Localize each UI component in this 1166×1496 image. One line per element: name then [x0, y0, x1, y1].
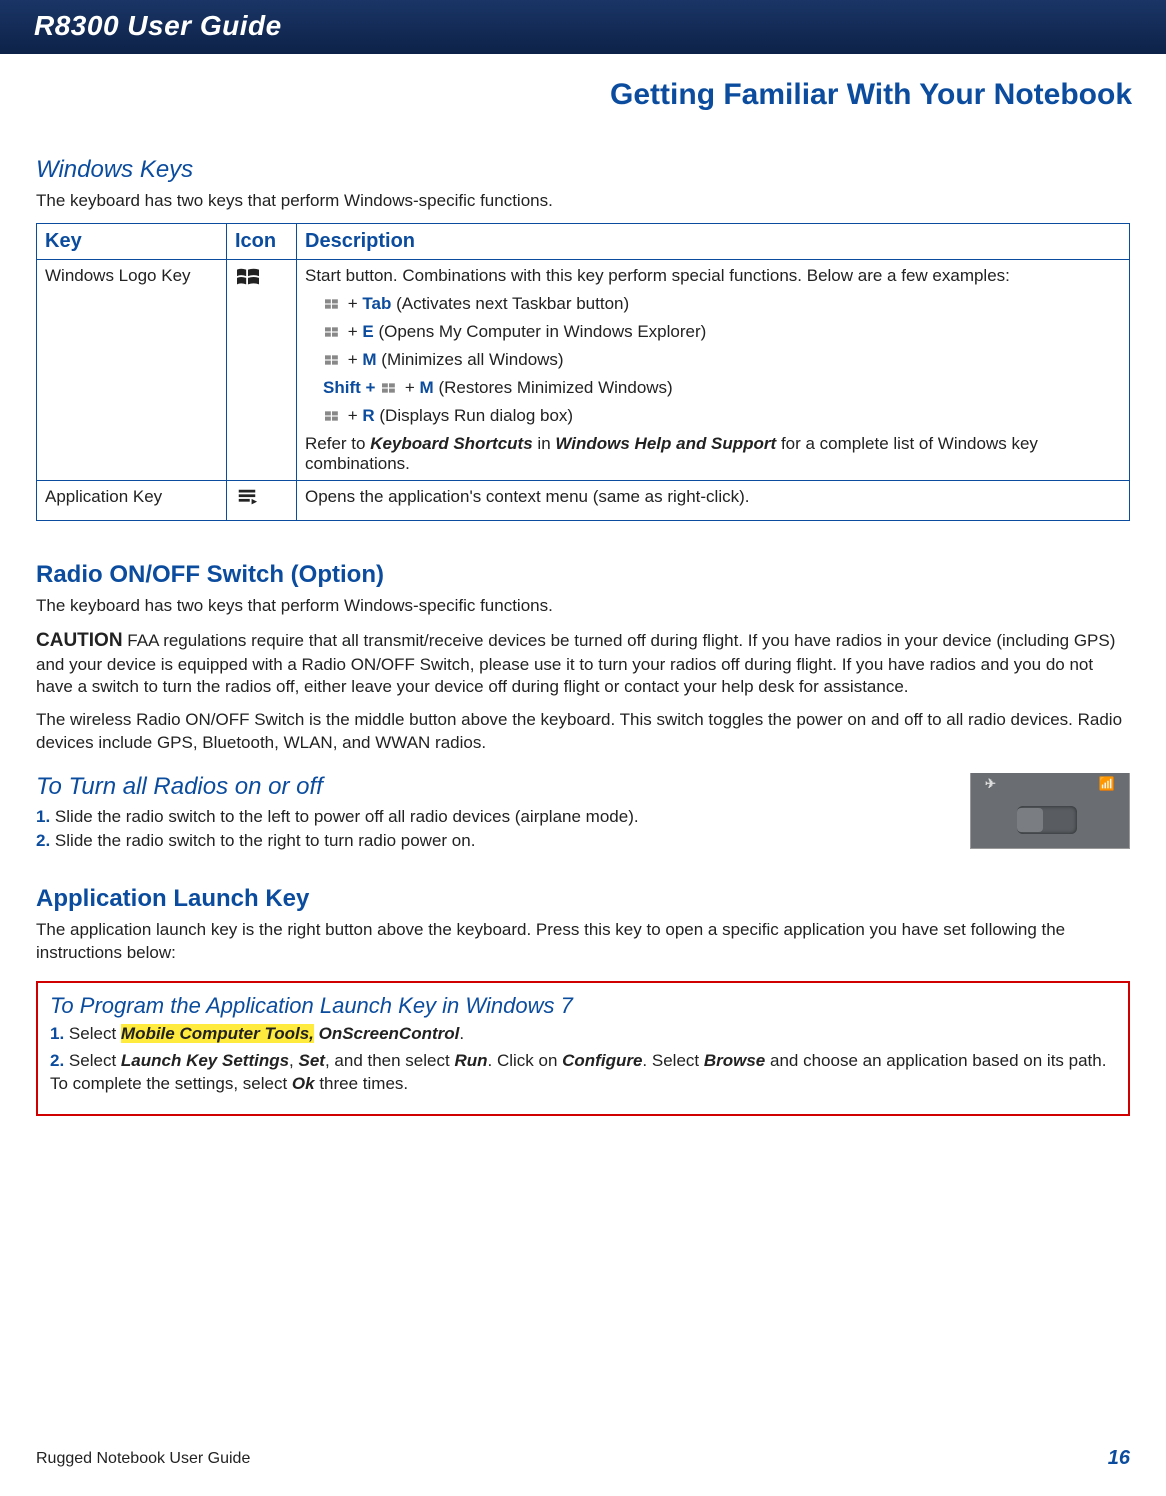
- airplane-icon: ✈: [985, 776, 996, 792]
- th-key: Key: [37, 223, 227, 259]
- box-step-1: 1. Select Mobile Computer Tools, OnScree…: [50, 1023, 1116, 1046]
- radio-para2: The wireless Radio ON/OFF Switch is the …: [36, 709, 1130, 755]
- shortcut-line: + E (Opens My Computer in Windows Explor…: [323, 322, 1121, 342]
- radio-intro: The keyboard has two keys that perform W…: [36, 595, 1130, 618]
- radio-heading: Radio ON/OFF Switch (Option): [36, 561, 1130, 589]
- turn-radios-heading: To Turn all Radios on or off: [36, 773, 1130, 801]
- key-desc-cell: Start button. Combinations with this key…: [297, 259, 1130, 480]
- key-name: Windows Logo Key: [37, 259, 227, 480]
- wireless-icon: 📶: [1099, 776, 1115, 792]
- guide-title: R8300 User Guide: [0, 0, 1166, 52]
- windows-logo-icon: [323, 325, 341, 339]
- desc-intro: Start button. Combinations with this key…: [305, 266, 1121, 286]
- box-heading: To Program the Application Launch Key in…: [50, 993, 1116, 1019]
- table-row: Windows Logo Key Start button. Combinati…: [37, 259, 1130, 480]
- app-launch-heading: Application Launch Key: [36, 885, 1130, 913]
- windows-logo-icon: [323, 297, 341, 311]
- app-launch-intro: The application launch key is the right …: [36, 919, 1130, 965]
- table-row: Application Key Opens the application's …: [37, 480, 1130, 520]
- windows-logo-icon: [235, 266, 261, 288]
- th-icon: Icon: [227, 223, 297, 259]
- key-name: Application Key: [37, 480, 227, 520]
- key-icon-cell: [227, 259, 297, 480]
- windows-keys-intro: The keyboard has two keys that perform W…: [36, 190, 1130, 213]
- radio-switch-image: ✈ 📶: [970, 773, 1130, 849]
- caution-paragraph: CAUTION FAA regulations require that all…: [36, 628, 1130, 700]
- page-number: 16: [1108, 1447, 1130, 1470]
- shortcut-line: Shift + + M (Restores Minimized Windows): [323, 378, 1121, 398]
- key-icon-cell: [227, 480, 297, 520]
- radio-steps: 1. Slide the radio switch to the left to…: [36, 807, 1130, 851]
- windows-keys-table: Key Icon Description Windows Logo Key St…: [36, 223, 1130, 521]
- shortcut-line: + M (Minimizes all Windows): [323, 350, 1121, 370]
- header-bar: R8300 User Guide: [0, 0, 1166, 54]
- refer-text: Refer to Keyboard Shortcuts in Windows H…: [305, 434, 1121, 474]
- windows-keys-heading: Windows Keys: [36, 156, 1130, 184]
- windows-logo-icon: [380, 381, 398, 395]
- key-desc-cell: Opens the application's context menu (sa…: [297, 480, 1130, 520]
- page-content: Windows Keys The keyboard has two keys t…: [0, 122, 1166, 1116]
- windows-logo-icon: [323, 409, 341, 423]
- windows-logo-icon: [323, 353, 341, 367]
- box-step-2: 2. Select Launch Key Settings, Set, and …: [50, 1050, 1116, 1096]
- program-launch-key-box: To Program the Application Launch Key in…: [36, 981, 1130, 1116]
- shortcut-line: + Tab (Activates next Taskbar button): [323, 294, 1121, 314]
- section-title: Getting Familiar With Your Notebook: [0, 54, 1166, 122]
- application-key-icon: [235, 487, 259, 509]
- th-desc: Description: [297, 223, 1130, 259]
- footer: Rugged Notebook User Guide 16: [0, 1447, 1166, 1470]
- footer-left: Rugged Notebook User Guide: [36, 1450, 250, 1468]
- shortcut-line: + R (Displays Run dialog box): [323, 406, 1121, 426]
